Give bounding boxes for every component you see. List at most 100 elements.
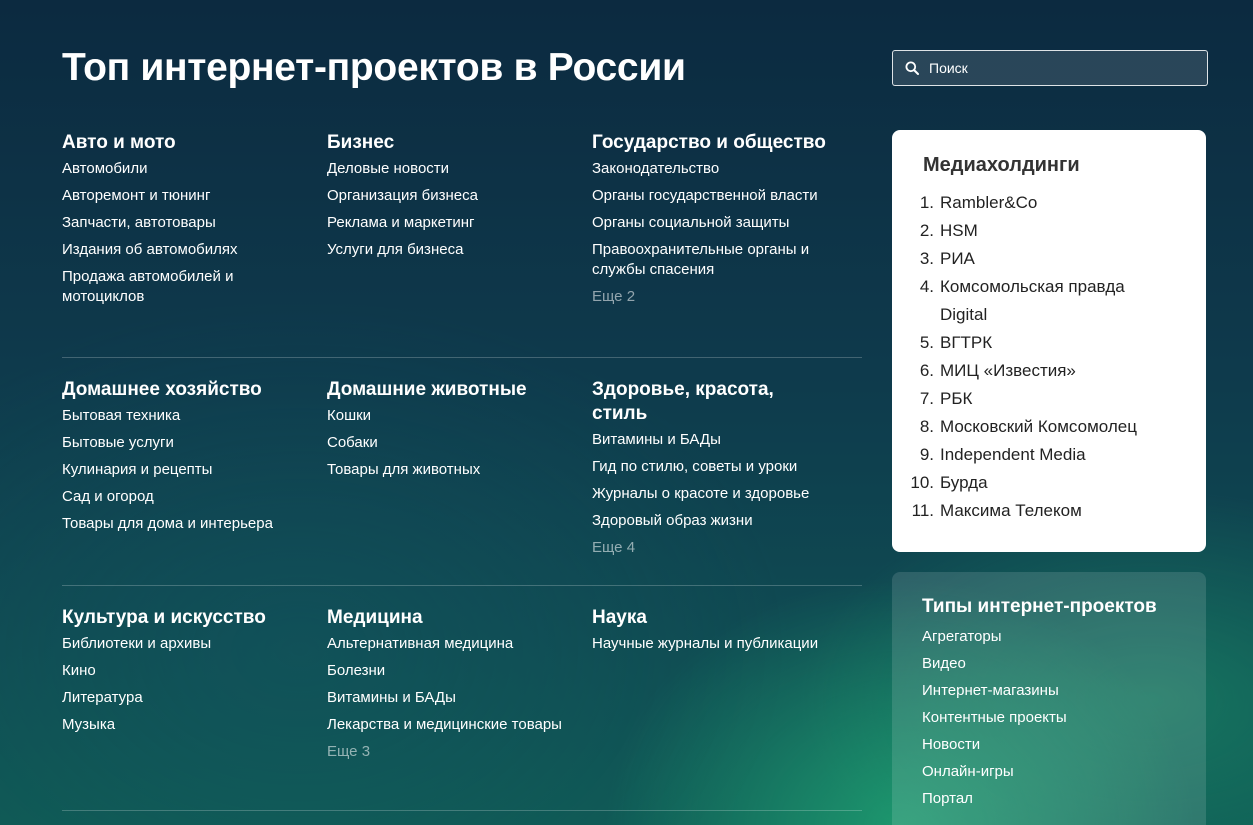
- category-link[interactable]: Научные журналы и публикации: [592, 634, 832, 654]
- category-title[interactable]: Бизнес: [327, 131, 567, 155]
- category-link[interactable]: Кошки: [327, 406, 567, 426]
- category-title[interactable]: Домашнее хозяйство: [62, 378, 302, 402]
- media-holdings-title: Медиахолдинги: [923, 154, 1080, 176]
- category-link[interactable]: Музыка: [62, 715, 302, 735]
- media-holdings-card: Медиахолдинги 1. Rambler&Co 2. HSM 3. РИА 4…: [892, 130, 1206, 552]
- category-link[interactable]: Библиотеки и архивы: [62, 634, 302, 654]
- category-link[interactable]: Гид по стилю, советы и уроки: [592, 457, 832, 477]
- category-link[interactable]: Здоровый образ жизни: [592, 511, 832, 531]
- media-holding-link[interactable]: HSM: [940, 217, 1170, 245]
- category-link[interactable]: Продажа автомобилей и мотоциклов: [62, 267, 302, 307]
- list-item: 9. Independent Media: [910, 441, 1206, 469]
- media-holding-link[interactable]: Комсомольская правда Digital: [940, 273, 1170, 329]
- project-type-link[interactable]: Видео: [922, 654, 1206, 674]
- category-link[interactable]: Авторемонт и тюнинг: [62, 186, 302, 206]
- list-number: 8.: [919, 417, 934, 436]
- category-link[interactable]: Товары для животных: [327, 460, 567, 480]
- category-link[interactable]: Кино: [62, 661, 302, 681]
- media-holding-link[interactable]: ВГТРК: [940, 329, 1170, 357]
- category-link[interactable]: Журналы о красоте и здоровье: [592, 484, 832, 504]
- media-holdings-list: 1. Rambler&Co 2. HSM 3. РИА 4. Комсомольская…: [910, 189, 1206, 525]
- category-row: Культура и искусство Библиотеки и архивы…: [62, 586, 862, 811]
- category-government: Государство и общество Законодательство …: [592, 131, 857, 358]
- media-holding-link[interactable]: Independent Media: [940, 441, 1170, 469]
- category-link[interactable]: Кулинария и рецепты: [62, 460, 302, 480]
- list-number: 3.: [919, 249, 934, 268]
- list-number: 4.: [919, 277, 934, 296]
- category-link[interactable]: Лекарства и медицинские товары: [327, 715, 567, 735]
- project-types-title: Типы интернет-проектов: [922, 596, 1157, 617]
- list-item: 4. Комсомольская правда Digital: [910, 273, 1206, 329]
- list-number: 2.: [919, 221, 934, 240]
- category-title[interactable]: Домашние животные: [327, 378, 567, 402]
- category-link[interactable]: Автомобили: [62, 159, 302, 179]
- category-row: Домашнее хозяйство Бытовая техника Бытов…: [62, 358, 862, 586]
- project-type-link[interactable]: Интернет-магазины: [922, 681, 1206, 701]
- category-title[interactable]: Культура и искусство: [62, 606, 302, 630]
- media-holding-link[interactable]: Московский Комсомолец: [940, 413, 1170, 441]
- project-type-link[interactable]: Контентные проекты: [922, 708, 1206, 728]
- category-more-link[interactable]: Еще 4: [592, 538, 857, 558]
- list-item: 10. Бурда: [910, 469, 1206, 497]
- media-holding-link[interactable]: Максима Телеком: [940, 497, 1170, 525]
- page-title: Топ интернет-проектов в России: [62, 46, 686, 89]
- project-type-link[interactable]: Новости: [922, 735, 1206, 755]
- category-culture: Культура и искусство Библиотеки и архивы…: [62, 606, 327, 811]
- search-box[interactable]: [892, 50, 1208, 86]
- category-link[interactable]: Литература: [62, 688, 302, 708]
- category-link[interactable]: Запчасти, автотовары: [62, 213, 302, 233]
- category-link[interactable]: Витамины и БАДы: [327, 688, 567, 708]
- category-more-link[interactable]: Еще 2: [592, 287, 857, 307]
- search-input[interactable]: [929, 60, 1189, 76]
- category-title[interactable]: Наука: [592, 606, 832, 630]
- list-number: 9.: [919, 445, 934, 464]
- category-link[interactable]: Альтернативная медицина: [327, 634, 567, 654]
- category-link[interactable]: Органы государственной власти: [592, 186, 832, 206]
- category-science: Наука Научные журналы и публикации: [592, 606, 857, 811]
- category-link[interactable]: Реклама и маркетинг: [327, 213, 567, 233]
- list-number: 7.: [919, 389, 934, 408]
- category-link[interactable]: Деловые новости: [327, 159, 567, 179]
- list-number: 5.: [919, 333, 934, 352]
- list-item: 2. HSM: [910, 217, 1206, 245]
- project-type-link[interactable]: Агрегаторы: [922, 627, 1206, 647]
- category-link[interactable]: Бытовые услуги: [62, 433, 302, 453]
- search-icon: [905, 61, 919, 75]
- category-link[interactable]: Болезни: [327, 661, 567, 681]
- category-link[interactable]: Витамины и БАДы: [592, 430, 832, 450]
- category-link[interactable]: Товары для дома и интерьера: [62, 514, 302, 534]
- category-link[interactable]: Бытовая техника: [62, 406, 302, 426]
- category-link[interactable]: Организация бизнеса: [327, 186, 567, 206]
- project-type-link[interactable]: Онлайн-игры: [922, 762, 1206, 782]
- media-holding-link[interactable]: РИА: [940, 245, 1170, 273]
- category-medicine: Медицина Альтернативная медицина Болезни…: [327, 606, 592, 811]
- category-link[interactable]: Органы социальной защиты: [592, 213, 832, 233]
- category-auto: Авто и мото Автомобили Авторемонт и тюни…: [62, 131, 327, 358]
- list-number: 10.: [910, 473, 934, 492]
- category-link[interactable]: Правоохранительные органы и службы спасе…: [592, 240, 832, 280]
- category-more-link[interactable]: Еще 3: [327, 742, 592, 762]
- row-divider: [62, 810, 862, 811]
- list-number: 1.: [919, 193, 934, 212]
- project-type-link[interactable]: Портал: [922, 789, 1206, 809]
- list-item: 3. РИА: [910, 245, 1206, 273]
- media-holding-link[interactable]: Rambler&Co: [940, 189, 1170, 217]
- list-item: 7. РБК: [910, 385, 1206, 413]
- category-title[interactable]: Медицина: [327, 606, 567, 630]
- category-link[interactable]: Издания об автомобилях: [62, 240, 302, 260]
- media-holding-link[interactable]: МИЦ «Известия»: [940, 357, 1170, 385]
- category-link[interactable]: Собаки: [327, 433, 567, 453]
- list-number: 6.: [919, 361, 934, 380]
- list-item: 1. Rambler&Co: [910, 189, 1206, 217]
- category-pets: Домашние животные Кошки Собаки Товары дл…: [327, 378, 592, 586]
- category-link[interactable]: Законодательство: [592, 159, 832, 179]
- category-link[interactable]: Услуги для бизнеса: [327, 240, 567, 260]
- project-types-card: Типы интернет-проектов Агрегаторы Видео …: [892, 572, 1206, 825]
- category-title[interactable]: Авто и мото: [62, 131, 302, 155]
- category-title[interactable]: Здоровье, красота, стиль: [592, 378, 832, 426]
- media-holding-link[interactable]: РБК: [940, 385, 1170, 413]
- category-link[interactable]: Сад и огород: [62, 487, 302, 507]
- category-title[interactable]: Государство и общество: [592, 131, 832, 155]
- categories-grid: Авто и мото Автомобили Авторемонт и тюни…: [62, 131, 862, 811]
- media-holding-link[interactable]: Бурда: [940, 469, 1170, 497]
